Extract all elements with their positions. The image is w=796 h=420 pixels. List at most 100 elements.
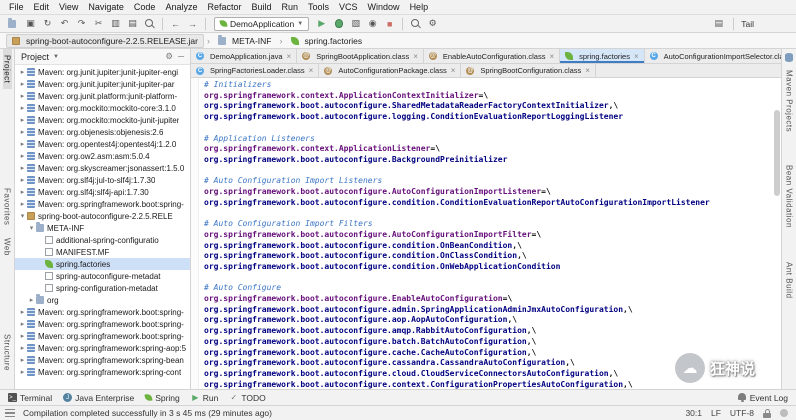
chevron-right-icon[interactable]: ▸	[18, 80, 27, 88]
undo-icon[interactable]: ↶	[57, 17, 72, 31]
code-line[interactable]: org.springframework.boot.autoconfigure.a…	[204, 326, 779, 337]
back-icon[interactable]: ←	[168, 17, 183, 31]
menu-tools[interactable]: Tools	[303, 0, 334, 15]
paste-icon[interactable]: ▤	[125, 17, 140, 31]
chevron-right-icon[interactable]: ▸	[27, 296, 36, 304]
hide-panel-icon[interactable]: ─	[178, 51, 184, 62]
chevron-right-icon[interactable]: ▸	[18, 164, 27, 172]
breadcrumb-item[interactable]: spring.factories	[286, 35, 368, 47]
search-everywhere-icon[interactable]	[408, 17, 423, 31]
tree-item[interactable]: ▸Maven: org.opentest4j:opentest4j:1.2.0	[15, 138, 190, 150]
tree-item[interactable]: ▸Maven: org.springframework:spring-bean	[15, 354, 190, 366]
menu-window[interactable]: Window	[363, 0, 405, 15]
tree-item[interactable]: ▸Maven: org.springframework:spring-aop:5	[15, 342, 190, 354]
code-line[interactable]: org.springframework.boot.autoconfigure.A…	[204, 230, 779, 241]
chevron-right-icon[interactable]: ▸	[18, 320, 27, 328]
chevron-right-icon[interactable]: ▸	[18, 92, 27, 100]
chevron-right-icon[interactable]: ▸	[18, 140, 27, 148]
menu-refactor[interactable]: Refactor	[202, 0, 246, 15]
tool-button-spring[interactable]: Spring	[145, 393, 180, 403]
code-line[interactable]: # Auto Configuration Import Filters	[204, 219, 779, 230]
tree-item[interactable]: spring-autoconfigure-metadat	[15, 270, 190, 282]
stop-button[interactable]: ■	[382, 17, 397, 31]
tree-item[interactable]: ▸Maven: org.ow2.asm:asm:5.0.4	[15, 150, 190, 162]
code-line[interactable]: # Auto Configure	[204, 283, 779, 294]
tree-item[interactable]: additional-spring-configuratio	[15, 234, 190, 246]
chevron-right-icon[interactable]: ▸	[18, 152, 27, 160]
chevron-right-icon[interactable]: ▸	[18, 176, 27, 184]
editor-tab[interactable]: DemoApplication.java×	[191, 49, 297, 63]
menu-run[interactable]: Run	[277, 0, 304, 15]
settings-icon[interactable]: ⚙	[425, 17, 440, 31]
code-line[interactable]: org.springframework.boot.autoconfigure.S…	[204, 101, 779, 112]
tool-button-structure[interactable]: Structure	[3, 328, 12, 377]
breadcrumb-item[interactable]: spring-boot-autoconfigure-2.2.5.RELEASE.…	[6, 34, 204, 48]
code-line[interactable]	[204, 208, 779, 219]
breadcrumb-item[interactable]: META-INF	[213, 35, 277, 47]
chevron-down-icon[interactable]: ▼	[53, 54, 59, 60]
chevron-right-icon[interactable]: ▸	[18, 68, 27, 76]
tree-item[interactable]: ▸Maven: org.skyscreamer:jsonassert:1.5.0	[15, 162, 190, 174]
menu-edit[interactable]: Edit	[29, 0, 55, 15]
profiler-button[interactable]: ◉	[365, 17, 380, 31]
open-icon[interactable]	[6, 17, 21, 31]
gear-icon[interactable]: ⚙	[165, 51, 173, 62]
editor-tab[interactable]: SpringBootConfiguration.class×	[461, 64, 596, 77]
tool-button-java-enterprise[interactable]: J Java Enterprise	[63, 393, 134, 403]
tool-button-terminal[interactable]: >_ Terminal	[8, 393, 52, 403]
tree-item[interactable]: ▸org	[15, 294, 190, 306]
tree-item[interactable]: ▸Maven: org.springframework.boot:spring-	[15, 198, 190, 210]
menu-file[interactable]: File	[4, 0, 29, 15]
tab-close-icon[interactable]: ×	[549, 52, 554, 61]
sync-icon[interactable]: ↻	[40, 17, 55, 31]
code-line[interactable]: org.springframework.boot.autoconfigure.a…	[204, 315, 779, 326]
code-line[interactable]	[204, 166, 779, 177]
tree-item[interactable]: ▸Maven: org.springframework:spring-cont	[15, 366, 190, 378]
menu-code[interactable]: Code	[129, 0, 161, 15]
cut-icon[interactable]: ✂	[91, 17, 106, 31]
chevron-down-icon[interactable]: ▾	[18, 212, 27, 220]
tree-item[interactable]: ▸Maven: org.springframework.boot:spring-	[15, 330, 190, 342]
run-configuration-select[interactable]: DemoApplication ▼	[214, 17, 309, 31]
tab-close-icon[interactable]: ×	[634, 52, 639, 61]
code-line[interactable]: org.springframework.boot.autoconfigure.a…	[204, 305, 779, 316]
editor-tab[interactable]: SpringFactoriesLoader.class×	[191, 64, 319, 77]
tool-button-web[interactable]: Web	[3, 232, 12, 262]
tool-button-todo[interactable]: ✓ TODO	[229, 393, 265, 403]
code-line[interactable]: # Application Listeners	[204, 134, 779, 145]
line-separator-indicator[interactable]: LF	[711, 408, 721, 418]
code-line[interactable]: org.springframework.boot.autoconfigure.c…	[204, 380, 779, 389]
menu-view[interactable]: View	[54, 0, 83, 15]
tree-item[interactable]: ▸Maven: org.slf4j:jul-to-slf4j:1.7.30	[15, 174, 190, 186]
editor-tab[interactable]: EnableAutoConfiguration.class×	[424, 49, 560, 63]
tree-item[interactable]: ▸Maven: org.junit.jupiter:junit-jupiter-…	[15, 78, 190, 90]
tool-button-project[interactable]: Project	[3, 49, 12, 89]
background-tasks-icon[interactable]	[780, 409, 788, 417]
code-line[interactable]: org.springframework.boot.autoconfigure.c…	[204, 358, 779, 369]
tool-button-run[interactable]: ▶ Run	[191, 393, 219, 403]
menu-navigate[interactable]: Navigate	[83, 0, 129, 15]
code-line[interactable]: org.springframework.boot.autoconfigure.c…	[204, 369, 779, 380]
copy-icon[interactable]: ▥	[108, 17, 123, 31]
code-line[interactable]: # Initializers	[204, 80, 779, 91]
chevron-right-icon[interactable]: ▸	[18, 200, 27, 208]
editor-tab[interactable]: AutoConfigurationImportSelector.class×	[645, 49, 781, 63]
editor-scrollbar[interactable]	[774, 110, 780, 196]
tab-close-icon[interactable]: ×	[309, 66, 314, 75]
caret-position[interactable]: 30:1	[685, 408, 702, 418]
project-panel-title[interactable]: Project	[21, 52, 49, 62]
tool-button-event-log[interactable]: Event Log	[738, 393, 788, 403]
save-icon[interactable]: ▣	[23, 17, 38, 31]
tree-item[interactable]: ▾spring-boot-autoconfigure-2.2.5.RELE	[15, 210, 190, 222]
tool-button-maven-projects[interactable]: Maven Projects	[785, 64, 794, 138]
tree-item[interactable]: spring.factories	[15, 258, 190, 270]
chevron-down-icon[interactable]: ▾	[27, 224, 36, 232]
code-line[interactable]	[204, 273, 779, 284]
tree-item[interactable]: spring-configuration-metadat	[15, 282, 190, 294]
chevron-right-icon[interactable]: ▸	[18, 344, 27, 352]
tail-label[interactable]: Tail	[741, 19, 754, 29]
code-line[interactable]: org.springframework.boot.autoconfigure.A…	[204, 187, 779, 198]
coverage-button[interactable]: ▧	[348, 17, 363, 31]
menu-analyze[interactable]: Analyze	[160, 0, 202, 15]
code-line[interactable]: org.springframework.boot.autoconfigure.c…	[204, 262, 779, 273]
